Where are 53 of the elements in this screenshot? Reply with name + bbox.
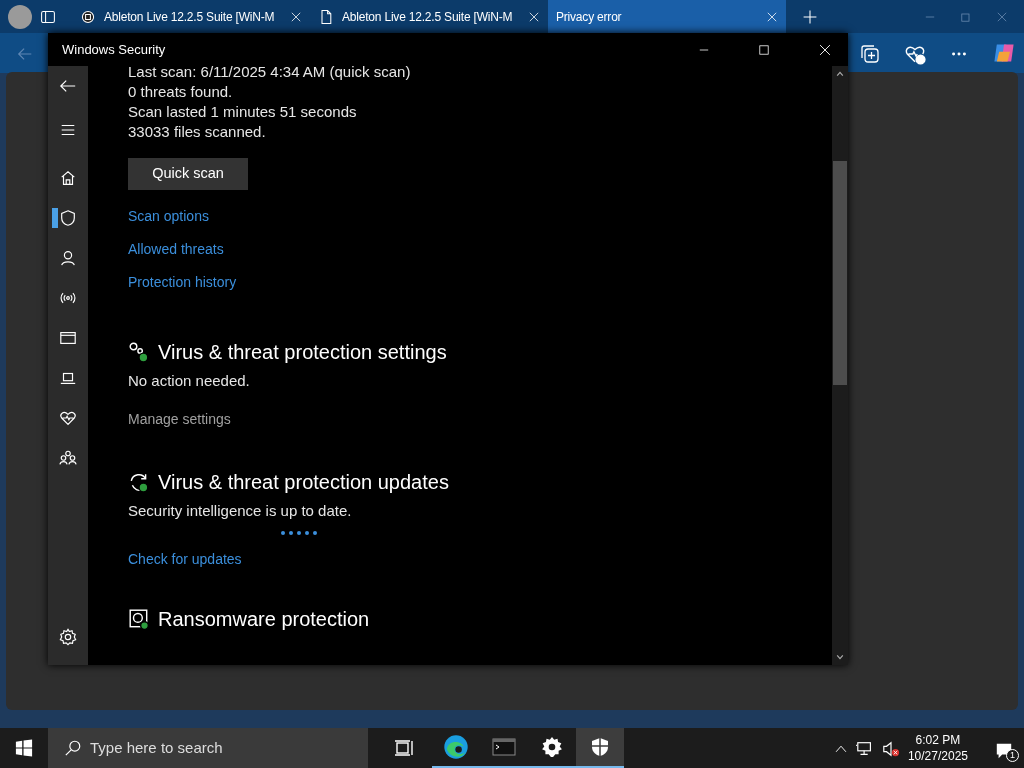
scan-info-text: 0 threats found. bbox=[128, 82, 234, 102]
window-icon bbox=[59, 329, 77, 347]
tab-title: Ableton Live 12.2.5 Suite [WiN-M bbox=[342, 8, 514, 26]
window-title: Windows Security bbox=[62, 40, 167, 59]
people-icon bbox=[59, 449, 77, 467]
clock[interactable]: 6:02 PM 10/27/2025 bbox=[907, 732, 968, 764]
back-icon[interactable] bbox=[59, 77, 77, 95]
maximize-icon[interactable] bbox=[758, 44, 770, 57]
link[interactable]: Scan options bbox=[128, 206, 209, 227]
selection-indicator bbox=[52, 208, 58, 228]
browser-tab[interactable]: Ableton Live 12.2.5 Suite [WiN-M bbox=[72, 0, 310, 33]
close-icon[interactable] bbox=[290, 10, 302, 23]
browser-tab[interactable]: Privacy error bbox=[548, 0, 786, 33]
status-text: Security intelligence is up to date. bbox=[128, 500, 353, 521]
page-icon bbox=[318, 8, 334, 25]
site-icon bbox=[80, 8, 96, 25]
profile-avatar[interactable] bbox=[8, 4, 32, 29]
scroll-up-icon[interactable] bbox=[835, 70, 845, 78]
close-icon[interactable] bbox=[818, 43, 832, 58]
link[interactable]: Allowed threats bbox=[128, 239, 224, 260]
scrollbar[interactable] bbox=[832, 66, 848, 665]
settings-status-icon bbox=[128, 341, 150, 363]
tab-title: Ableton Live 12.2.5 Suite [WiN-M bbox=[104, 8, 276, 26]
quick-scan-button[interactable]: Quick scan bbox=[128, 158, 248, 190]
section-heading: Ransomware protection bbox=[158, 607, 370, 632]
section-heading: Virus & threat protection updates bbox=[158, 469, 449, 495]
home-icon bbox=[59, 169, 77, 187]
shield-icon[interactable] bbox=[576, 728, 624, 768]
muted-volume-icon[interactable] bbox=[881, 739, 900, 758]
heart-pulse-icon bbox=[59, 409, 77, 427]
section-heading: Virus & threat protection settings bbox=[158, 340, 447, 365]
tab-actions-icon[interactable] bbox=[40, 9, 56, 26]
search-field[interactable]: Type here to search bbox=[48, 728, 368, 768]
browser-tab[interactable]: Ableton Live 12.2.5 Suite [WiN-M bbox=[310, 0, 548, 33]
ransomware-status-icon bbox=[128, 608, 150, 630]
close-icon[interactable] bbox=[528, 10, 540, 23]
network-icon[interactable] bbox=[855, 739, 874, 758]
scroll-down-icon[interactable] bbox=[835, 653, 845, 661]
scan-info-text: Scan lasted 1 minutes 51 seconds bbox=[128, 102, 358, 122]
collections-icon[interactable] bbox=[860, 43, 880, 64]
scan-info-text: 33033 files scanned. bbox=[128, 122, 267, 142]
notification-count: 1 bbox=[1006, 749, 1019, 762]
link[interactable]: Protection history bbox=[128, 272, 237, 293]
scan-info-text: Last scan: 6/11/2025 4:34 AM (quick scan) bbox=[128, 66, 412, 82]
shield-icon bbox=[59, 209, 77, 227]
new-tab-icon[interactable] bbox=[802, 9, 818, 26]
notifications-button[interactable]: 1 bbox=[984, 728, 1024, 768]
status-text: No action needed. bbox=[128, 371, 251, 391]
tab-title: Privacy error bbox=[556, 8, 623, 26]
link[interactable]: Check for updates bbox=[128, 548, 242, 570]
search-icon bbox=[64, 739, 82, 757]
start-icon[interactable] bbox=[15, 739, 33, 757]
person-icon bbox=[59, 249, 77, 267]
